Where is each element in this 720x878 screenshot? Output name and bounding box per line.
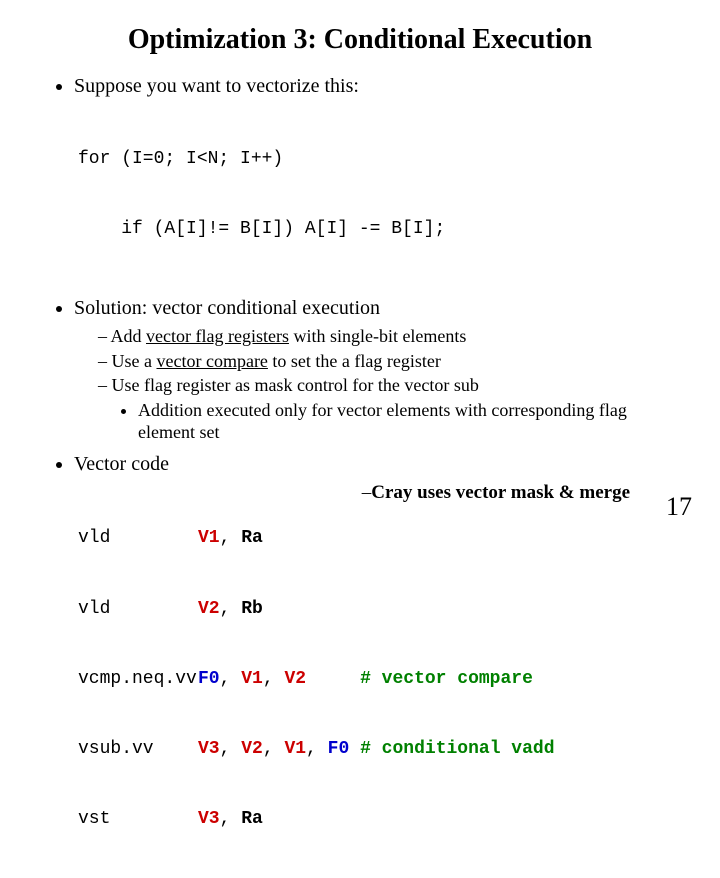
subsublist-2-3: Addition executed only for vector elemen… [98, 399, 680, 444]
code-line-2: if (A[I]!= B[I]) A[I] -= B[I]; [78, 218, 680, 241]
sub-2-1: Add vector flag registers with single-bi… [98, 325, 680, 348]
vector-code-block: vldV1, Ra vldV2, Rb vcmp.neq.vvF0, V1, V… [78, 481, 680, 878]
vcode-row-3: vcmp.neq.vvF0, V1, V2 # vector compare [78, 668, 680, 691]
code-block-1: for (I=0; I<N; I++) if (A[I]!= B[I]) A[I… [78, 101, 680, 288]
vcode-row-5: vstV3, Ra [78, 808, 680, 831]
bullet-list: Suppose you want to vectorize this: for … [40, 74, 680, 878]
vcode-row-1: vldV1, Ra [78, 527, 680, 550]
slide-title: Optimization 3: Conditional Execution [40, 24, 680, 56]
bullet-3-text: Vector code [74, 453, 169, 475]
comment-vector-compare: # vector compare [360, 669, 533, 689]
slide: Optimization 3: Conditional Execution Su… [0, 0, 720, 540]
sub-2-2: Use a vector compare to set the a flag r… [98, 350, 680, 373]
code-line-1: for (I=0; I<N; I++) [78, 148, 680, 171]
sub-2-3: Use flag register as mask control for th… [98, 374, 680, 444]
subsub-2-3-1: Addition executed only for vector elemen… [138, 399, 680, 444]
bullet-3: Vector code vldV1, Ra vldV2, Rb vcmp.neq… [74, 452, 680, 878]
sublist-2: Add vector flag registers with single-bi… [74, 325, 680, 444]
bullet-1: Suppose you want to vectorize this: for … [74, 74, 680, 288]
bullet-2-text: Solution: vector conditional execution [74, 297, 380, 319]
footer-note: –Cray uses vector mask & merge [362, 482, 630, 504]
vcode-row-2: vldV2, Rb [78, 598, 680, 621]
term-vector-compare: vector compare [156, 351, 267, 371]
page-number: 17 [666, 492, 692, 522]
bullet-1-text: Suppose you want to vectorize this: [74, 75, 359, 97]
vcode-row-4: vsub.vvV3, V2, V1, F0 # conditional vadd [78, 738, 680, 761]
term-vector-flag-registers: vector flag registers [146, 326, 289, 346]
comment-conditional-vadd: # conditional vadd [360, 739, 554, 759]
bullet-2: Solution: vector conditional execution A… [74, 296, 680, 444]
